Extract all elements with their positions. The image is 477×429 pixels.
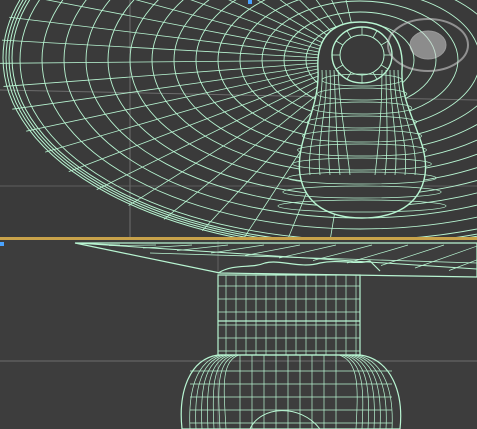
dish-underside-edge: [149, 252, 477, 264]
viewcube-face: [409, 30, 447, 60]
dish-spoke: [9, 16, 361, 61]
viewcube-icon[interactable]: [387, 18, 469, 72]
base-edge: [201, 354, 228, 429]
base-edge: [338, 354, 358, 429]
viewport-marker: [0, 242, 4, 246]
dish-underside: [74, 242, 477, 278]
active-viewport-border: [0, 237, 477, 240]
dish-underside-edge: [380, 244, 445, 266]
neck-body: [217, 274, 361, 356]
dish-underside-edge: [414, 245, 477, 269]
base-edge: [189, 354, 222, 429]
viewport-marker: [248, 0, 252, 4]
base-edge: [350, 354, 381, 429]
wireframe-pedestal[interactable]: [0, 241, 477, 429]
wireframe-dish-and-handle[interactable]: [0, 0, 477, 238]
base-edge: [212, 354, 234, 429]
base-edge: [223, 354, 240, 429]
top-viewport[interactable]: [0, 0, 477, 238]
dish-underside-edge: [448, 259, 477, 271]
dish-underside-edge: [278, 244, 337, 259]
base-edge: [353, 354, 387, 429]
neck-rim: [217, 260, 381, 274]
bottom-viewport[interactable]: [0, 241, 477, 429]
dish-spoke: [3, 59, 361, 87]
base-cutout: [249, 410, 321, 429]
